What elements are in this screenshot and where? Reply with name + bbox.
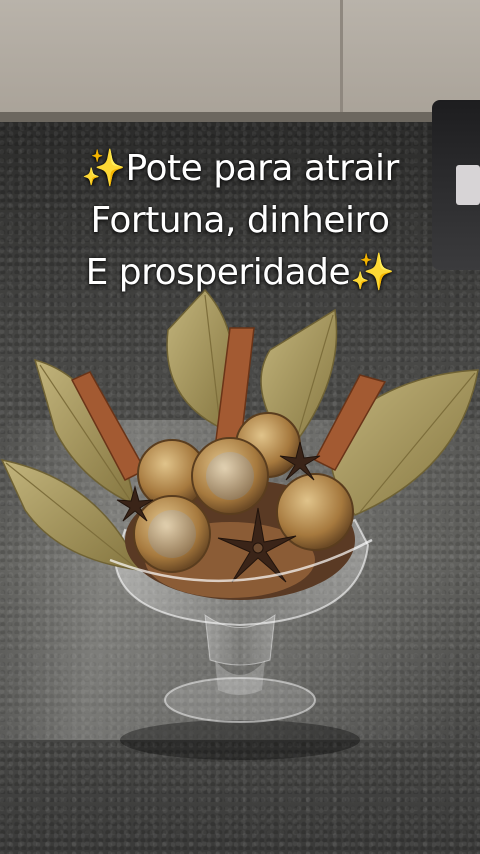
glass-stem bbox=[164, 613, 316, 723]
caption-line-1: ✨Pote para atrair bbox=[81, 148, 399, 189]
caption-line-2: Fortuna, dinheiro bbox=[90, 200, 390, 241]
glass-shadow bbox=[120, 720, 360, 760]
caption-line-3: E prosperidade✨ bbox=[85, 252, 395, 293]
caption-overlay: ✨Pote para atrair Fortuna, dinheiro E pr… bbox=[0, 143, 480, 299]
photo-scene bbox=[0, 0, 480, 854]
glass-bowl-illustration bbox=[0, 288, 479, 760]
